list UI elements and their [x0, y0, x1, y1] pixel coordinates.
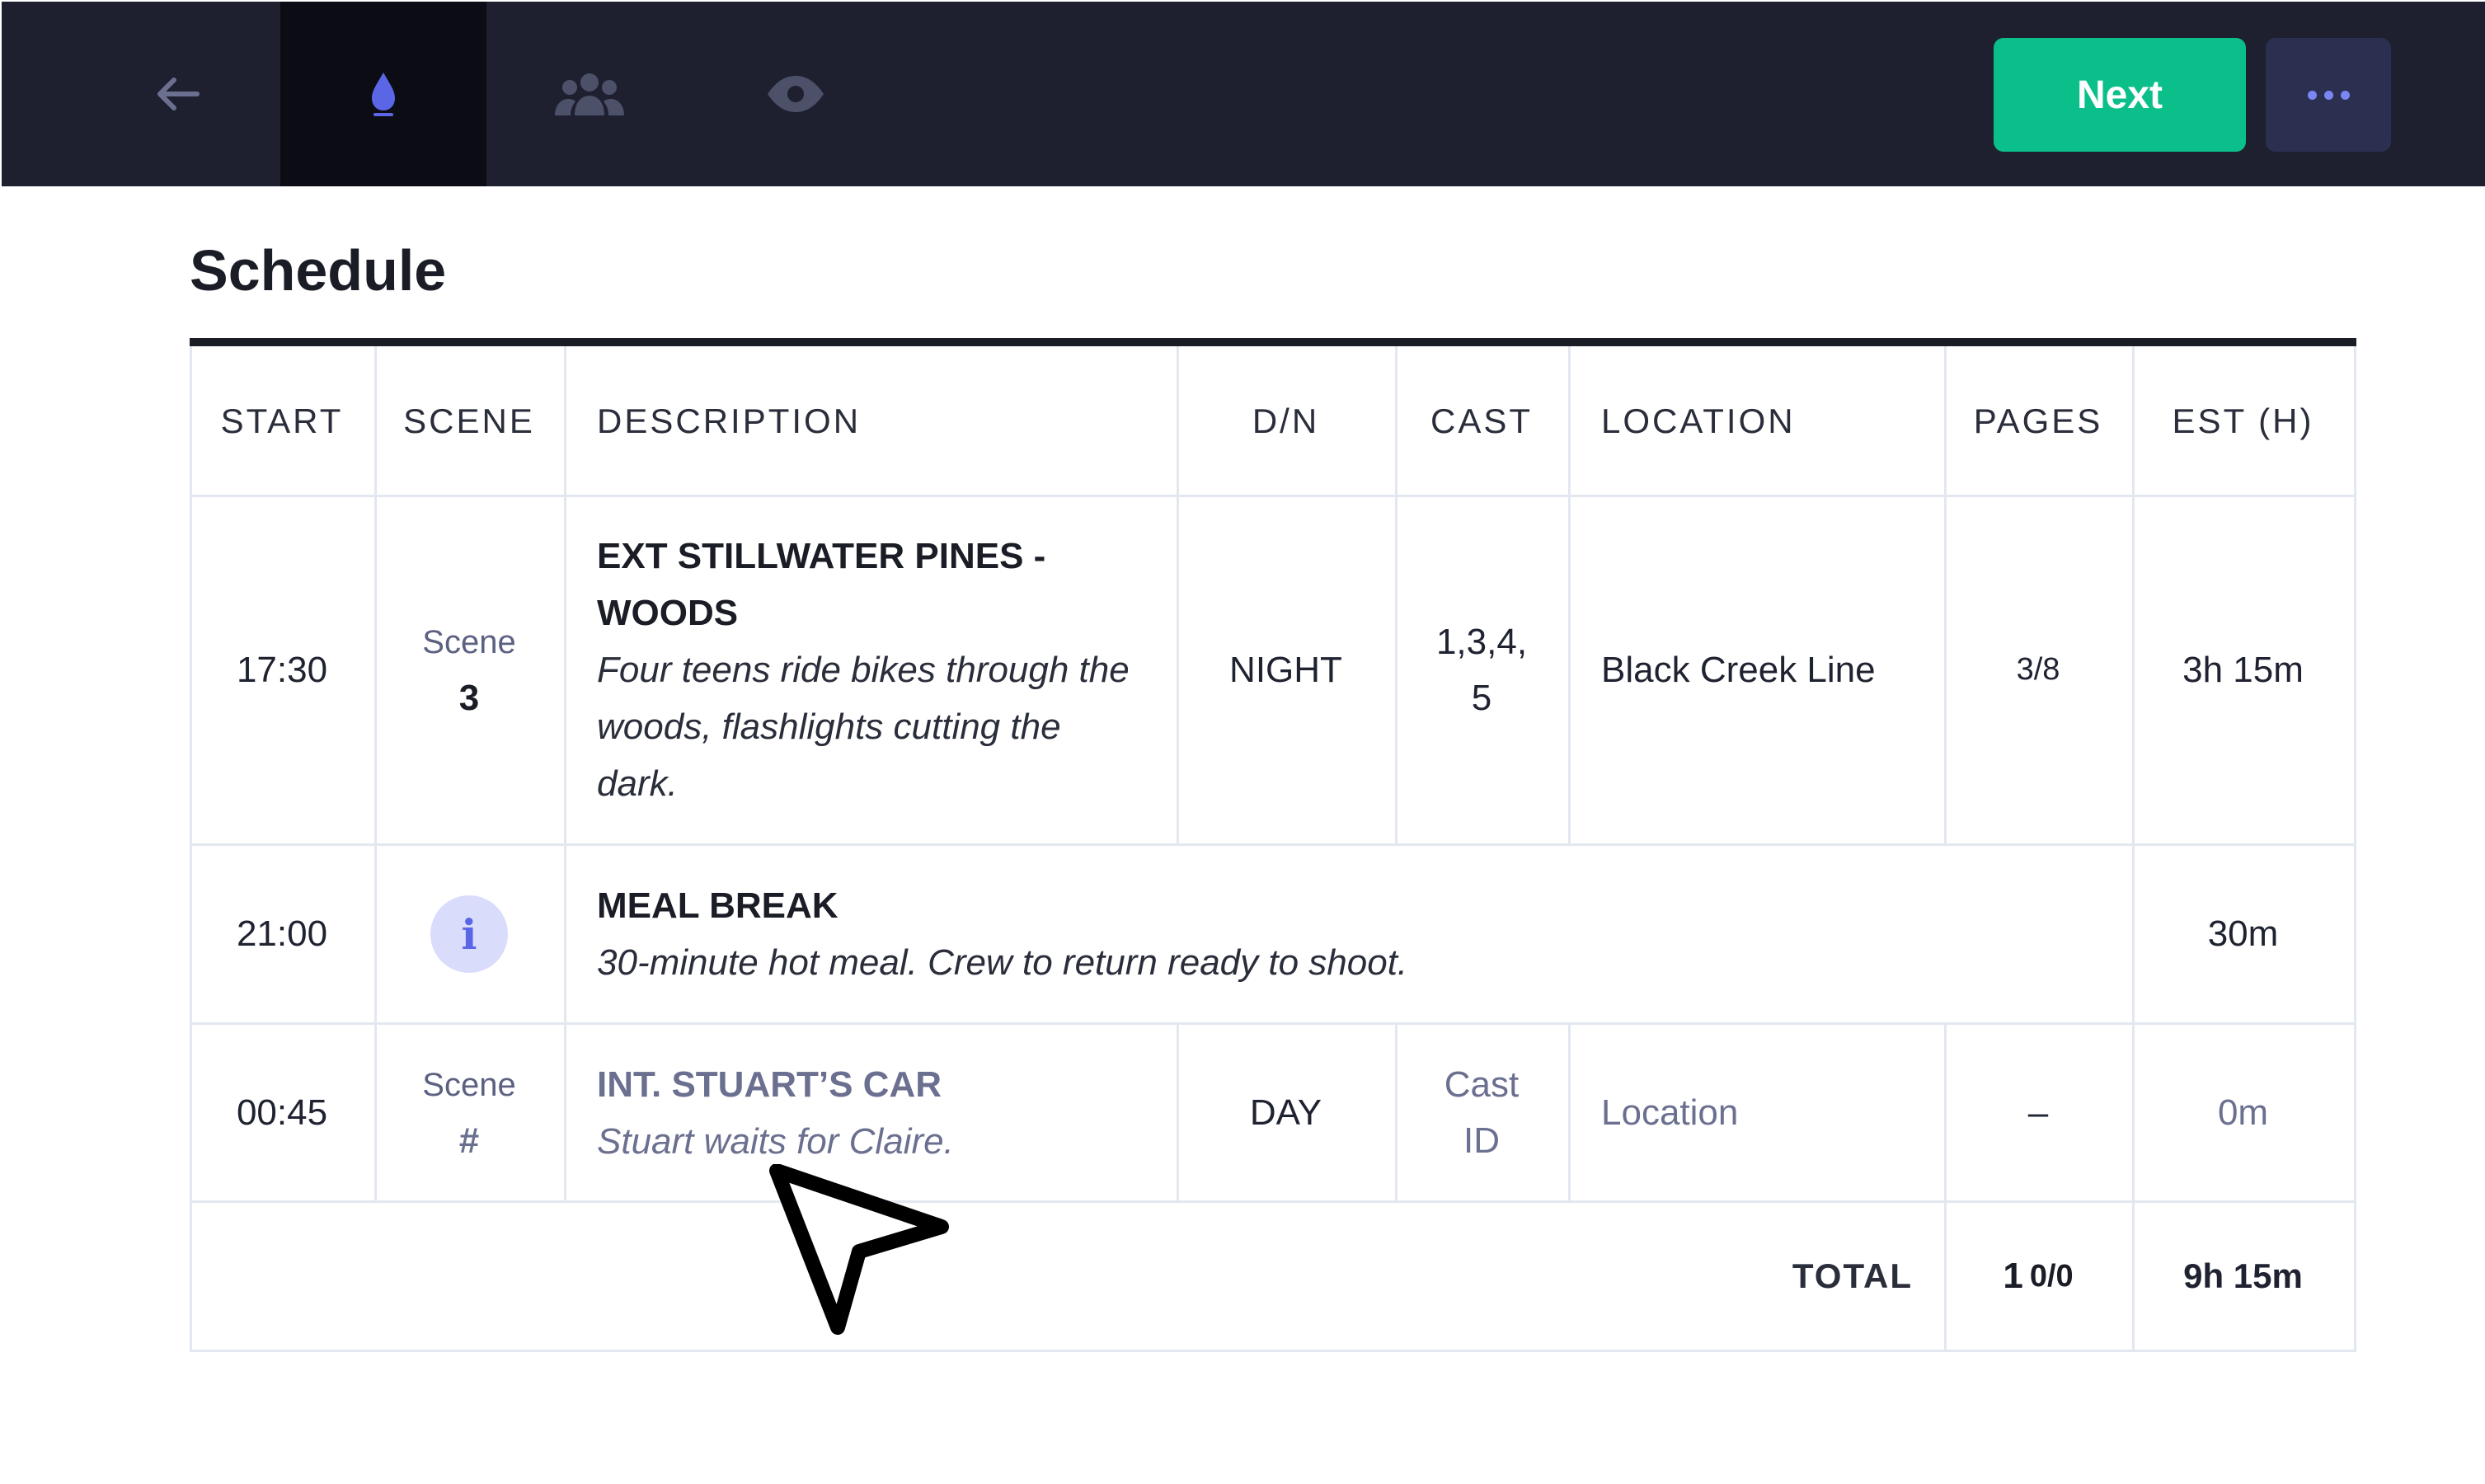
- tab-breakdown[interactable]: [280, 2, 486, 186]
- header-dn: D/N: [1252, 402, 1320, 440]
- header-est: EST (H): [2172, 402, 2314, 440]
- info-icon: i: [430, 895, 508, 973]
- description-cell[interactable]: EXT STILLWATER PINES - WOODS Four teens …: [597, 496, 1174, 843]
- scene-synopsis: Stuart waits for Claire.: [597, 1120, 954, 1162]
- total-pages: 1 0/0: [2003, 1256, 2074, 1296]
- scene-label: Scene: [422, 623, 516, 660]
- scene-heading: EXT STILLWATER PINES -: [597, 536, 1046, 576]
- scene-synopsis: woods, flashlights cutting the: [597, 707, 1061, 747]
- scene-heading: WOODS: [597, 593, 739, 633]
- total-estimate: 9h 15m: [2183, 1256, 2303, 1295]
- scene-cell[interactable]: Scene #: [374, 1025, 564, 1200]
- day-night[interactable]: DAY: [1177, 1025, 1395, 1200]
- estimate[interactable]: 3h 15m: [2132, 496, 2354, 843]
- location[interactable]: Black Creek Line: [1601, 496, 1944, 843]
- header-location: LOCATION: [1601, 402, 1796, 440]
- scene-synopsis: Four teens ride bikes through the: [597, 650, 1130, 690]
- total-label: TOTAL: [1792, 1256, 1913, 1295]
- header-start: START: [220, 402, 344, 440]
- pages[interactable]: 3/8: [1944, 496, 2132, 843]
- flame-icon: [372, 73, 395, 116]
- break-description: 30-minute hot meal. Crew to return ready…: [597, 942, 1408, 983]
- estimate[interactable]: 30m: [2132, 846, 2354, 1022]
- header-scene: SCENE: [403, 402, 535, 440]
- page-title: Schedule: [190, 238, 447, 303]
- header-cast: CAST: [1430, 402, 1533, 440]
- scene-heading: INT. STUART’S CAR: [597, 1064, 942, 1105]
- start-time: 17:30: [236, 649, 328, 690]
- location[interactable]: Location: [1601, 1025, 1944, 1200]
- start-time: 21:00: [236, 913, 328, 954]
- title-divider: [190, 338, 2356, 346]
- eye-icon: [768, 76, 824, 112]
- day-night[interactable]: NIGHT: [1177, 496, 1395, 843]
- scene-number: 3: [458, 677, 480, 718]
- cast-ids[interactable]: Cast ID: [1395, 1025, 1568, 1200]
- more-options-button[interactable]: [2266, 38, 2391, 152]
- scene-synopsis: dark.: [597, 763, 678, 804]
- next-button[interactable]: Next: [1994, 38, 2246, 152]
- mouse-cursor-icon: [769, 1164, 949, 1335]
- tab-cast[interactable]: [486, 2, 693, 186]
- back-button[interactable]: [74, 2, 280, 186]
- break-badge-cell: i: [374, 846, 564, 1022]
- scene-label: Scene: [422, 1066, 516, 1103]
- tab-preview[interactable]: [693, 2, 899, 186]
- scene-cell[interactable]: Scene 3: [374, 496, 564, 843]
- schedule-table: START SCENE DESCRIPTION D/N CAST LOCATIO…: [190, 346, 2356, 1352]
- pages[interactable]: –: [1944, 1025, 2132, 1200]
- description-cell[interactable]: MEAL BREAK 30-minute hot meal. Crew to r…: [597, 846, 2130, 1022]
- header-description: DESCRIPTION: [597, 402, 862, 440]
- break-title: MEAL BREAK: [597, 885, 839, 926]
- ellipsis-icon: [2307, 90, 2317, 100]
- estimate[interactable]: 0m: [2132, 1025, 2354, 1200]
- header-pages: PAGES: [1973, 402, 2103, 440]
- arrow-left-icon: [157, 77, 200, 110]
- scene-number: #: [458, 1120, 480, 1161]
- people-icon: [555, 73, 624, 115]
- top-toolbar: Next: [2, 2, 2485, 186]
- start-time: 00:45: [236, 1092, 328, 1133]
- cast-ids[interactable]: 1,3,4, 5: [1395, 496, 1568, 843]
